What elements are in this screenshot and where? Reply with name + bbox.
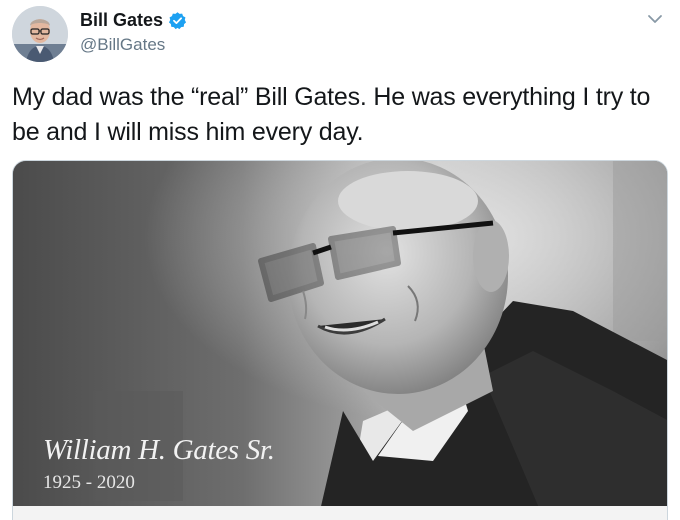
avatar[interactable] xyxy=(12,6,68,62)
media-bottom-strip xyxy=(13,506,667,520)
tweet-card: Bill Gates @BillGates My dad was the “re… xyxy=(0,0,680,520)
chevron-down-icon[interactable] xyxy=(644,8,666,30)
avatar-photo xyxy=(12,6,68,62)
author-block: Bill Gates @BillGates xyxy=(80,9,187,55)
memorial-caption-years: 1925 - 2020 xyxy=(43,472,135,493)
name-row: Bill Gates xyxy=(80,9,187,31)
verified-badge-icon xyxy=(168,11,187,30)
tweet-text: My dad was the “real” Bill Gates. He was… xyxy=(12,83,651,146)
tweet-media-image[interactable]: William H. Gates Sr. 1925 - 2020 xyxy=(12,160,668,520)
display-name[interactable]: Bill Gates xyxy=(80,10,163,31)
user-handle[interactable]: @BillGates xyxy=(80,35,187,55)
memorial-caption-name: William H. Gates Sr. xyxy=(43,434,275,466)
